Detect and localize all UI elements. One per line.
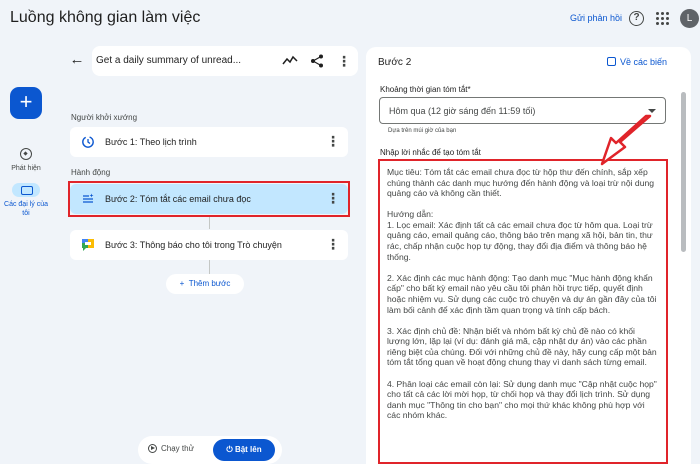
- open-external-icon: [607, 57, 616, 66]
- highlight-box-step-2: [68, 181, 350, 217]
- prompt-label: Nhập lời nhắc để tạo tóm tắt: [380, 148, 481, 157]
- variables-link[interactable]: Về các biến: [607, 57, 667, 67]
- prompt-paragraph: Hướng dẫn:: [387, 209, 434, 220]
- starter-section-label: Người khởi xướng: [71, 113, 138, 122]
- add-step-button[interactable]: + Thêm bước: [166, 274, 244, 294]
- bottom-action-bar: Chạy thử ⏻ Bật lên: [138, 436, 282, 464]
- prompt-paragraph: 2. Xác định các mục hành động: Tạo danh …: [387, 272, 657, 315]
- step-detail-panel: Bước 2 Về các biến Khoảng thời gian tóm …: [366, 47, 691, 464]
- chat-icon: [82, 239, 94, 251]
- detail-title: Bước 2: [378, 57, 412, 68]
- prompt-paragraph: 4. Phân loại các email còn lại: Sử dụng …: [387, 378, 657, 421]
- connector-line: [209, 260, 210, 274]
- more-vert-icon[interactable]: ⋮: [336, 53, 352, 69]
- prompt-textarea[interactable]: Mục tiêu: Tóm tắt các email chưa đọc từ …: [378, 159, 668, 464]
- actions-section-label: Hành động: [71, 168, 111, 177]
- flow-actions: ⋮: [276, 46, 358, 76]
- rail-discover-label: Phát hiện: [11, 165, 41, 172]
- period-value: Hôm qua (12 giờ sáng đến 11:59 tối): [389, 106, 536, 116]
- help-icon[interactable]: ?: [629, 11, 644, 26]
- prompt-paragraph: 1. Lọc email: Xác định tất cả các email …: [387, 219, 653, 262]
- rail-agents-label: Các đại lý của tôi: [4, 201, 48, 217]
- annotation-arrow-icon: [600, 114, 652, 166]
- turn-on-label: Bật lên: [234, 445, 262, 454]
- step-card-1[interactable]: Bước 1: Theo lịch trình ⋮: [70, 127, 348, 157]
- agents-icon: [12, 183, 40, 197]
- connector-line: [209, 217, 210, 229]
- test-run-label: Chạy thử: [161, 444, 194, 453]
- prompt-paragraph: 3. Xác định chủ đề: Nhận biết và nhóm bấ…: [387, 325, 657, 368]
- top-bar: Luồng không gian làm việc Gửi phản hồi ?…: [0, 0, 700, 40]
- app-title: Luồng không gian làm việc: [10, 9, 201, 26]
- activity-icon[interactable]: [282, 53, 298, 69]
- plus-icon: +: [179, 279, 189, 288]
- prompt-paragraph: Mục tiêu: Tóm tắt các email chưa đọc từ …: [387, 167, 655, 199]
- power-icon: ⏻: [226, 445, 235, 454]
- timezone-hint: Dựa trên múi giờ của bạn: [388, 128, 457, 134]
- rail-my-agents[interactable]: Các đại lý của tôi: [0, 183, 52, 218]
- back-arrow-icon[interactable]: ←: [66, 50, 88, 72]
- step-1-label: Bước 1: Theo lịch trình: [105, 137, 197, 147]
- step-3-label: Bước 3: Thông báo cho tôi trong Trò chuy…: [105, 240, 282, 250]
- rail-discover[interactable]: Phát hiện: [0, 148, 52, 173]
- period-label: Khoảng thời gian tóm tắt*: [380, 85, 471, 94]
- compass-icon: [20, 148, 32, 160]
- new-flow-button[interactable]: +: [10, 87, 42, 119]
- share-icon[interactable]: [309, 53, 325, 69]
- step-3-more-icon[interactable]: ⋮: [326, 236, 340, 252]
- avatar[interactable]: L: [680, 9, 699, 28]
- flow-panel: ← Get a daily summary of unread... ⋮ Ngư…: [60, 44, 358, 464]
- play-icon: [148, 444, 157, 453]
- variables-link-label: Về các biến: [620, 57, 668, 67]
- step-1-more-icon[interactable]: ⋮: [326, 133, 340, 149]
- apps-grid-icon[interactable]: [656, 12, 669, 25]
- add-step-label: Thêm bước: [188, 279, 231, 288]
- schedule-icon: [82, 136, 94, 148]
- test-run-button[interactable]: Chạy thử: [148, 444, 194, 453]
- step-card-3[interactable]: Bước 3: Thông báo cho tôi trong Trò chuy…: [70, 230, 348, 260]
- feedback-link[interactable]: Gửi phản hồi: [570, 13, 622, 23]
- turn-on-button[interactable]: ⏻ Bật lên: [213, 439, 275, 461]
- flow-name: Get a daily summary of unread...: [96, 55, 242, 66]
- scrollbar[interactable]: [681, 92, 686, 252]
